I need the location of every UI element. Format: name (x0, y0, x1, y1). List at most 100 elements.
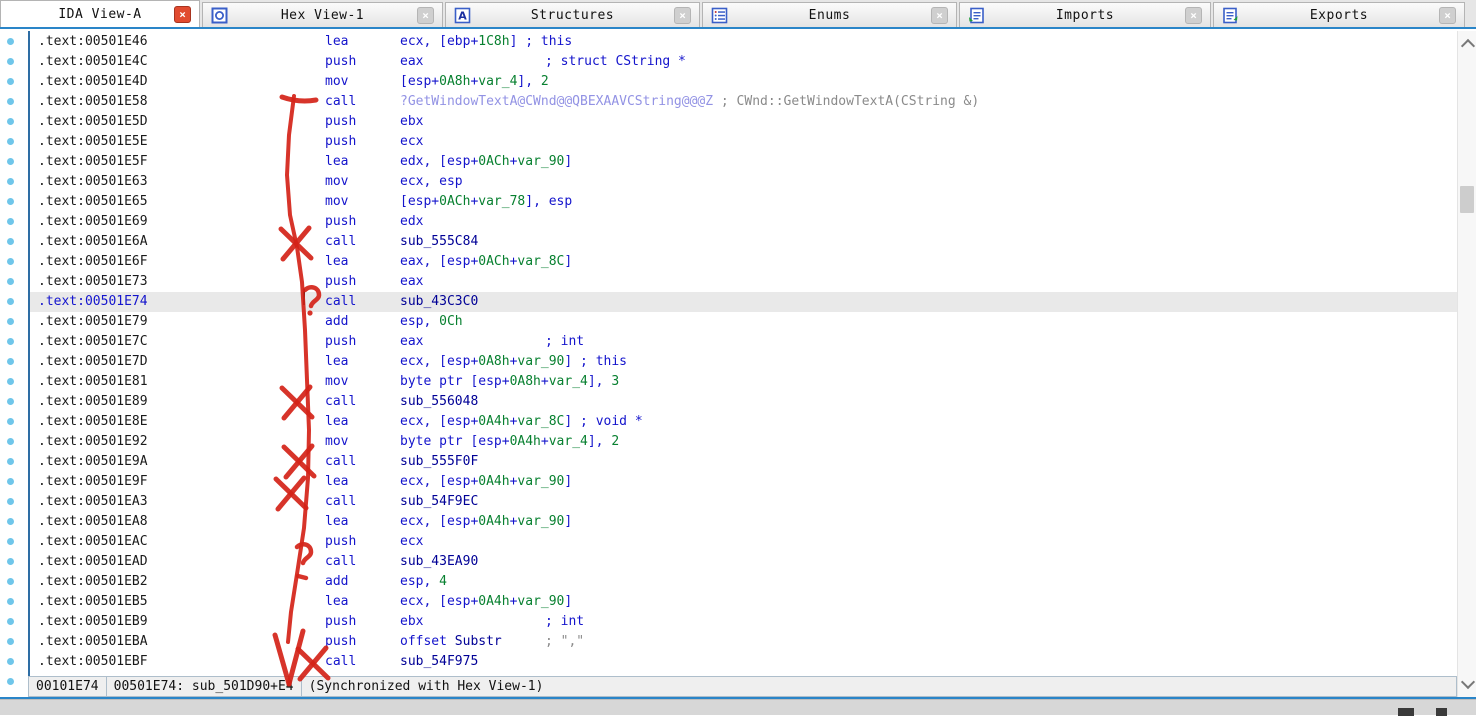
disasm-line[interactable]: .text:00501EB5leaecx, [esp+0A4h+var_90] (30, 592, 1457, 612)
tab-ida-view-a[interactable]: IDA View-A× (0, 0, 200, 27)
disasm-line[interactable]: .text:00501E69pushedx (30, 212, 1457, 232)
tab-close-icon[interactable]: × (174, 6, 191, 23)
line-mnemonic: push (325, 612, 356, 632)
vertical-scrollbar[interactable] (1457, 31, 1476, 697)
tab-close-icon[interactable]: × (674, 7, 691, 24)
tab-close-icon[interactable]: × (931, 7, 948, 24)
status-file-offset: 00101E74 (29, 677, 107, 696)
line-operands: ebx (400, 612, 423, 632)
disasm-line[interactable]: .text:00501E7Dleaecx, [esp+0A8h+var_90] … (30, 352, 1457, 372)
line-mnemonic: mov (325, 432, 348, 452)
line-mnemonic: call (325, 552, 356, 572)
line-operands: eax, [esp+0ACh+var_8C] (400, 252, 572, 272)
line-operands: [esp+0A8h+var_4], 2 (400, 72, 549, 92)
tab-enums[interactable]: Enums× (702, 2, 957, 27)
line-operands: ecx (400, 132, 423, 152)
line-operands: ?GetWindowTextA@CWnd@@QBEXAAVCString@@@Z… (400, 92, 979, 112)
line-address: .text:00501E74 (38, 292, 148, 312)
tab-hex-view-1[interactable]: Hex View-1× (202, 2, 443, 27)
scrollbar-thumb[interactable] (1460, 186, 1474, 213)
disasm-line[interactable]: .text:00501EBFcallsub_54F975 (30, 652, 1457, 672)
disasm-line[interactable]: .text:00501EB2addesp, 4 (30, 572, 1457, 592)
disasm-line[interactable]: .text:00501E73pusheax (30, 272, 1457, 292)
line-operands: eax (400, 272, 423, 292)
disasm-line[interactable]: .text:00501E7Cpusheax; int (30, 332, 1457, 352)
line-address: .text:00501E7D (38, 352, 148, 372)
line-operands: byte ptr [esp+0A8h+var_4], 3 (400, 372, 619, 392)
tab-close-icon[interactable]: × (417, 7, 434, 24)
line-address: .text:00501E5E (38, 132, 148, 152)
disasm-line[interactable]: .text:00501E9Acallsub_555F0F (30, 452, 1457, 472)
status-location: 00501E74: sub_501D90+E4 (107, 677, 302, 696)
disasm-line[interactable]: .text:00501E5Fleaedx, [esp+0ACh+var_90] (30, 152, 1457, 172)
disasm-line[interactable]: .text:00501E79addesp, 0Ch (30, 312, 1457, 332)
line-mnemonic: push (325, 212, 356, 232)
tab-label: Hex View-1 (228, 8, 417, 23)
scroll-up-icon[interactable] (1461, 39, 1475, 53)
disasm-line[interactable]: .text:00501E5Dpushebx (30, 112, 1457, 132)
line-operands: esp, 0Ch (400, 312, 463, 332)
line-mnemonic: add (325, 572, 348, 592)
line-mnemonic: push (325, 332, 356, 352)
tab-close-icon[interactable]: × (1439, 7, 1456, 24)
disasm-line[interactable]: .text:00501E81movbyte ptr [esp+0A8h+var_… (30, 372, 1457, 392)
nav-dot-icon (7, 78, 14, 85)
disasm-line[interactable]: .text:00501E65mov[esp+0ACh+var_78], esp (30, 192, 1457, 212)
window-bottom-strip (0, 699, 1476, 715)
disasm-line[interactable]: .text:00501EADcallsub_43EA90 (30, 552, 1457, 572)
line-operands: sub_555C84 (400, 232, 478, 252)
disasm-line[interactable]: .text:00501E4Cpusheax; struct CString * (30, 52, 1457, 72)
line-operands: ecx, [ebp+1C8h] ; this (400, 32, 572, 52)
nav-dot-icon (7, 138, 14, 145)
line-operands: eax (400, 332, 423, 352)
line-address: .text:00501E8E (38, 412, 148, 432)
line-mnemonic: lea (325, 252, 348, 272)
disasm-line[interactable]: .text:00501EA3callsub_54F9EC (30, 492, 1457, 512)
tab-close-icon[interactable]: × (1185, 7, 1202, 24)
disasm-line[interactable]: .text:00501EACpushecx (30, 532, 1457, 552)
line-operands: sub_54F975 (400, 652, 478, 672)
line-mnemonic: mov (325, 72, 348, 92)
disasm-line[interactable]: .text:00501E63movecx, esp (30, 172, 1457, 192)
text-caret (303, 289, 305, 305)
tab-imports[interactable]: Imports× (959, 2, 1211, 27)
line-address: .text:00501E6A (38, 232, 148, 252)
disasm-line[interactable]: .text:00501E6A call sub_555C84 (30, 232, 1457, 252)
nav-dot-icon (7, 258, 14, 265)
line-address: .text:00501EB9 (38, 612, 148, 632)
disasm-line[interactable]: .text:00501E8Eleaecx, [esp+0A4h+var_8C] … (30, 412, 1457, 432)
disasm-line[interactable]: .text:00501E58call?GetWindowTextA@CWnd@@… (30, 92, 1457, 112)
disasm-line[interactable]: .text:00501EBApushoffset Substr; "," (30, 632, 1457, 652)
scroll-down-icon[interactable] (1461, 675, 1475, 689)
line-mnemonic: lea (325, 512, 348, 532)
line-address: .text:00501EA8 (38, 512, 148, 532)
line-mnemonic: push (325, 132, 356, 152)
nav-dot-icon (7, 378, 14, 385)
line-mnemonic: call (325, 232, 356, 252)
disasm-line[interactable]: .text:00501E6Fleaeax, [esp+0ACh+var_8C] (30, 252, 1457, 272)
disassembly-view[interactable]: .text:00501E46leaecx, [ebp+1C8h] ; this.… (30, 32, 1457, 672)
line-operands: sub_54F9EC (400, 492, 478, 512)
disasm-line[interactable]: .text:00501EA8leaecx, [esp+0A4h+var_90] (30, 512, 1457, 532)
disasm-line[interactable]: .text:00501EB9pushebx; int (30, 612, 1457, 632)
tab-exports[interactable]: Exports× (1213, 2, 1465, 27)
disasm-line[interactable]: .text:00501E89callsub_556048 (30, 392, 1457, 412)
disasm-line[interactable]: .text:00501E9Fleaecx, [esp+0A4h+var_90] (30, 472, 1457, 492)
tab-structures[interactable]: AStructures× (445, 2, 700, 27)
disasm-line[interactable]: .text:00501E46leaecx, [ebp+1C8h] ; this (30, 32, 1457, 52)
nav-dot-icon (7, 618, 14, 625)
structures-icon: A (454, 7, 471, 24)
line-operands: [esp+0ACh+var_78], esp (400, 192, 572, 212)
line-address: .text:00501EA3 (38, 492, 148, 512)
nav-dot-icon (7, 478, 14, 485)
line-operands: sub_43EA90 (400, 552, 478, 572)
line-address: .text:00501E9F (38, 472, 148, 492)
line-address: .text:00501E5D (38, 112, 148, 132)
disasm-line[interactable]: .text:00501E74callsub_43C3C0 (30, 292, 1457, 312)
line-operands: sub_556048 (400, 392, 478, 412)
disasm-line[interactable]: .text:00501E92movbyte ptr [esp+0A4h+var_… (30, 432, 1457, 452)
disasm-line[interactable]: .text:00501E4Dmov[esp+0A8h+var_4], 2 (30, 72, 1457, 92)
line-address: .text:00501E7C (38, 332, 148, 352)
nav-dot-icon (7, 158, 14, 165)
disasm-line[interactable]: .text:00501E5E push ecx (30, 132, 1457, 152)
